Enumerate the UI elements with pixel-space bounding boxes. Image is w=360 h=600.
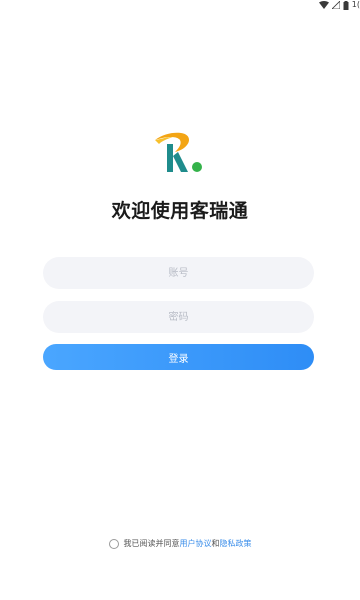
- privacy-policy-link[interactable]: 隐私政策: [220, 539, 252, 548]
- app-logo-icon: [155, 132, 202, 172]
- status-bar: 1(: [0, 0, 360, 12]
- battery-icon: [343, 0, 349, 10]
- status-time: 1(: [351, 0, 360, 9]
- user-agreement-link[interactable]: 用户协议: [180, 539, 212, 548]
- agreement-radio[interactable]: [108, 538, 119, 549]
- account-input[interactable]: [43, 257, 314, 289]
- agreement-text: 我已阅读并同意用户协议和隐私政策: [124, 538, 252, 549]
- agreement-prefix: 我已阅读并同意: [123, 539, 180, 548]
- password-input[interactable]: [43, 301, 314, 333]
- signal-icon: [331, 1, 340, 9]
- agreement-row: 我已阅读并同意用户协议和隐私政策: [0, 538, 360, 549]
- login-screen: 1( 欢迎使用客瑞通 登录 我已阅读并同意用户协议和隐私政策: [0, 0, 360, 600]
- login-button[interactable]: 登录: [43, 344, 314, 370]
- welcome-title: 欢迎使用客瑞通: [111, 200, 249, 222]
- agreement-and: 和: [211, 539, 220, 548]
- wifi-icon: [318, 1, 329, 9]
- status-icons: 1(: [318, 0, 360, 10]
- app-logo: [153, 126, 217, 174]
